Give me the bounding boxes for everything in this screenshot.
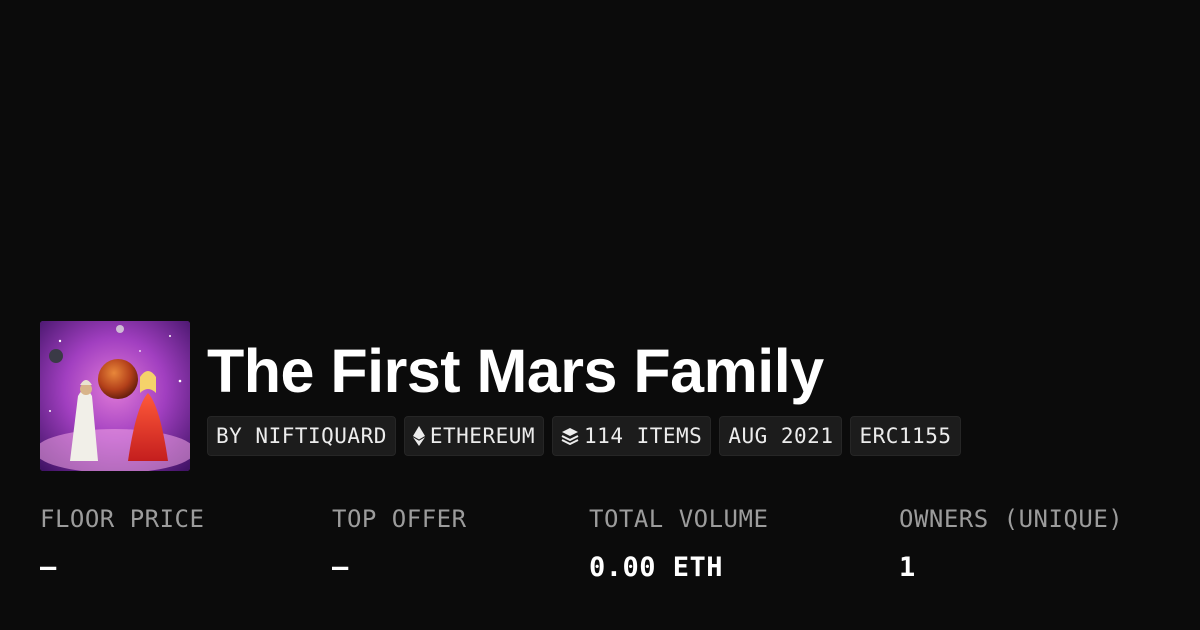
stat-value-floor-price: – [40,551,57,583]
chain-chip[interactable]: ETHEREUM [403,416,545,456]
creator-chip[interactable]: BY NIFTIQUARD [207,416,396,456]
collection-artwork-image [40,321,190,471]
collection-stats: FLOOR PRICE – TOP OFFER – TOTAL VOLUME 0… [0,505,1200,605]
stat-owners: OWNERS (UNIQUE) 1 [899,505,1123,584]
title-column: The First Mars Family BY NIFTIQUARD ETHE… [207,321,961,456]
stat-value-owners: 1 [899,551,916,583]
chain-label: ETHEREUM [429,424,536,448]
token-standard-chip: ERC1155 [850,416,961,456]
collection-meta-chips: BY NIFTIQUARD ETHEREUM 114 ITEMS AUG 202… [207,416,961,456]
stat-label-total-volume: TOTAL VOLUME [589,505,769,533]
collection-title: The First Mars Family [207,337,824,405]
ethereum-icon [412,426,425,446]
stat-label-floor-price: FLOOR PRICE [40,505,205,533]
created-date-label: AUG 2021 [728,424,834,448]
stat-floor-price: FLOOR PRICE – [40,505,204,584]
stat-label-owners: OWNERS (UNIQUE) [899,505,1124,533]
collection-header: The First Mars Family BY NIFTIQUARD ETHE… [40,321,961,471]
stat-label-top-offer: TOP OFFER [332,505,467,533]
stat-value-total-volume: 0.00 ETH [589,551,724,583]
stat-top-offer: TOP OFFER – [332,505,467,584]
stat-total-volume: TOTAL VOLUME 0.00 ETH [589,505,768,584]
items-chip[interactable]: 114 ITEMS [552,416,712,456]
date-chip: AUG 2021 [719,416,843,456]
layers-icon [561,427,579,445]
items-count-label: 114 ITEMS [584,424,703,448]
collection-avatar[interactable] [40,321,190,471]
token-standard-label: ERC1155 [859,424,952,448]
stat-value-top-offer: – [332,551,349,583]
creator-label: BY NIFTIQUARD [216,424,387,448]
